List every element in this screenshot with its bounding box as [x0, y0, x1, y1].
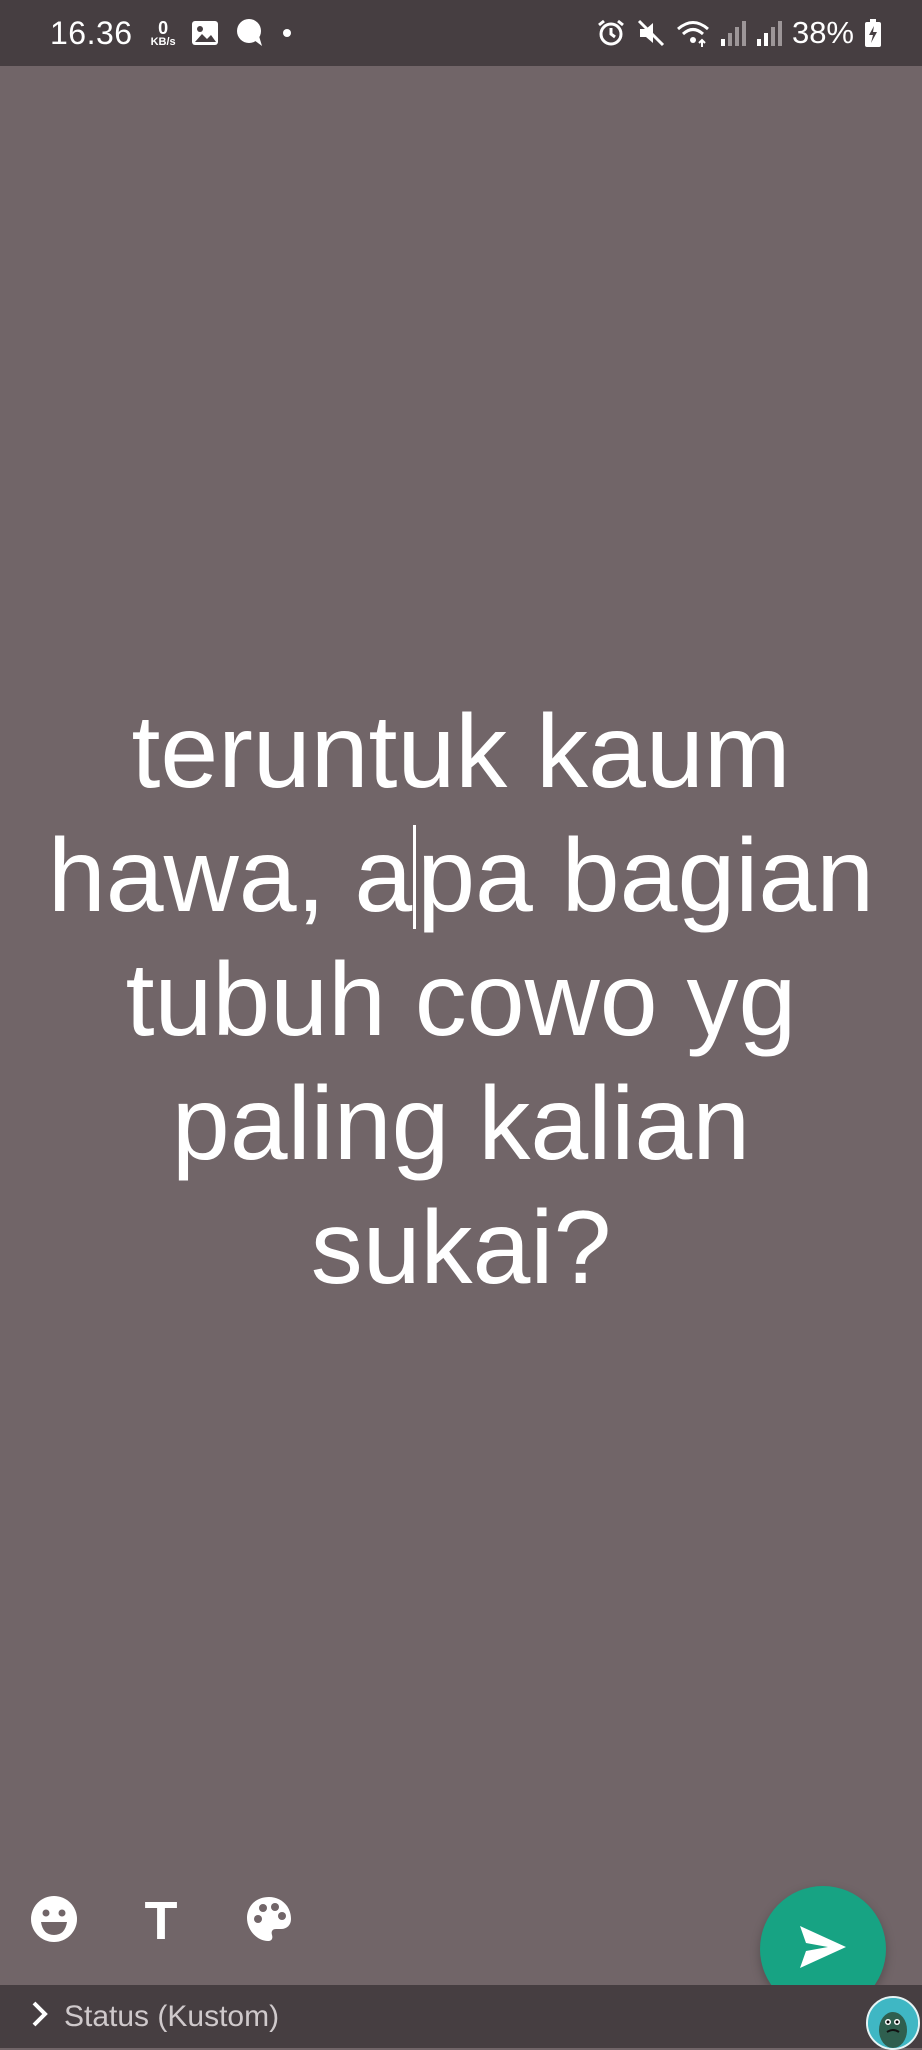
network-speed-unit: KB/s: [150, 35, 176, 48]
bottom-bar: Status (Kustom): [0, 1985, 922, 2048]
network-speed: 0 KB/s: [151, 19, 176, 48]
avatar[interactable]: [866, 1996, 920, 2050]
send-icon: [798, 1924, 848, 1975]
status-privacy-selector[interactable]: Status (Kustom): [30, 2000, 279, 2034]
status-bar: 16.36 0 KB/s 38%: [0, 0, 922, 66]
color-palette-button[interactable]: [233, 1885, 305, 1957]
text-caret: [413, 825, 417, 929]
wifi-icon: [676, 18, 710, 48]
text-style-label: T: [144, 1891, 178, 1951]
chat-bubble-icon: [234, 17, 266, 49]
alarm-icon: [596, 18, 626, 48]
status-time: 16.36: [50, 14, 133, 51]
status-privacy-label: Status (Kustom): [64, 1999, 280, 2033]
chevron-right-icon: [30, 2000, 50, 2033]
palette-icon: [245, 1895, 293, 1948]
text-style-button[interactable]: T: [125, 1885, 197, 1957]
emoji-button[interactable]: [18, 1885, 90, 1957]
emoji-icon: [29, 1894, 79, 1949]
network-speed-value: 0: [158, 17, 169, 38]
mute-icon: [636, 18, 666, 48]
signal-icon: [720, 19, 746, 47]
status-text-input[interactable]: teruntuk kaum hawa, apa bagian tubuh cow…: [30, 690, 892, 1310]
gallery-icon: [190, 18, 220, 48]
battery-percent: 38%: [791, 15, 854, 50]
signal-icon: [756, 19, 782, 47]
dot-icon: [280, 26, 294, 40]
battery-charging-icon: [864, 18, 882, 48]
